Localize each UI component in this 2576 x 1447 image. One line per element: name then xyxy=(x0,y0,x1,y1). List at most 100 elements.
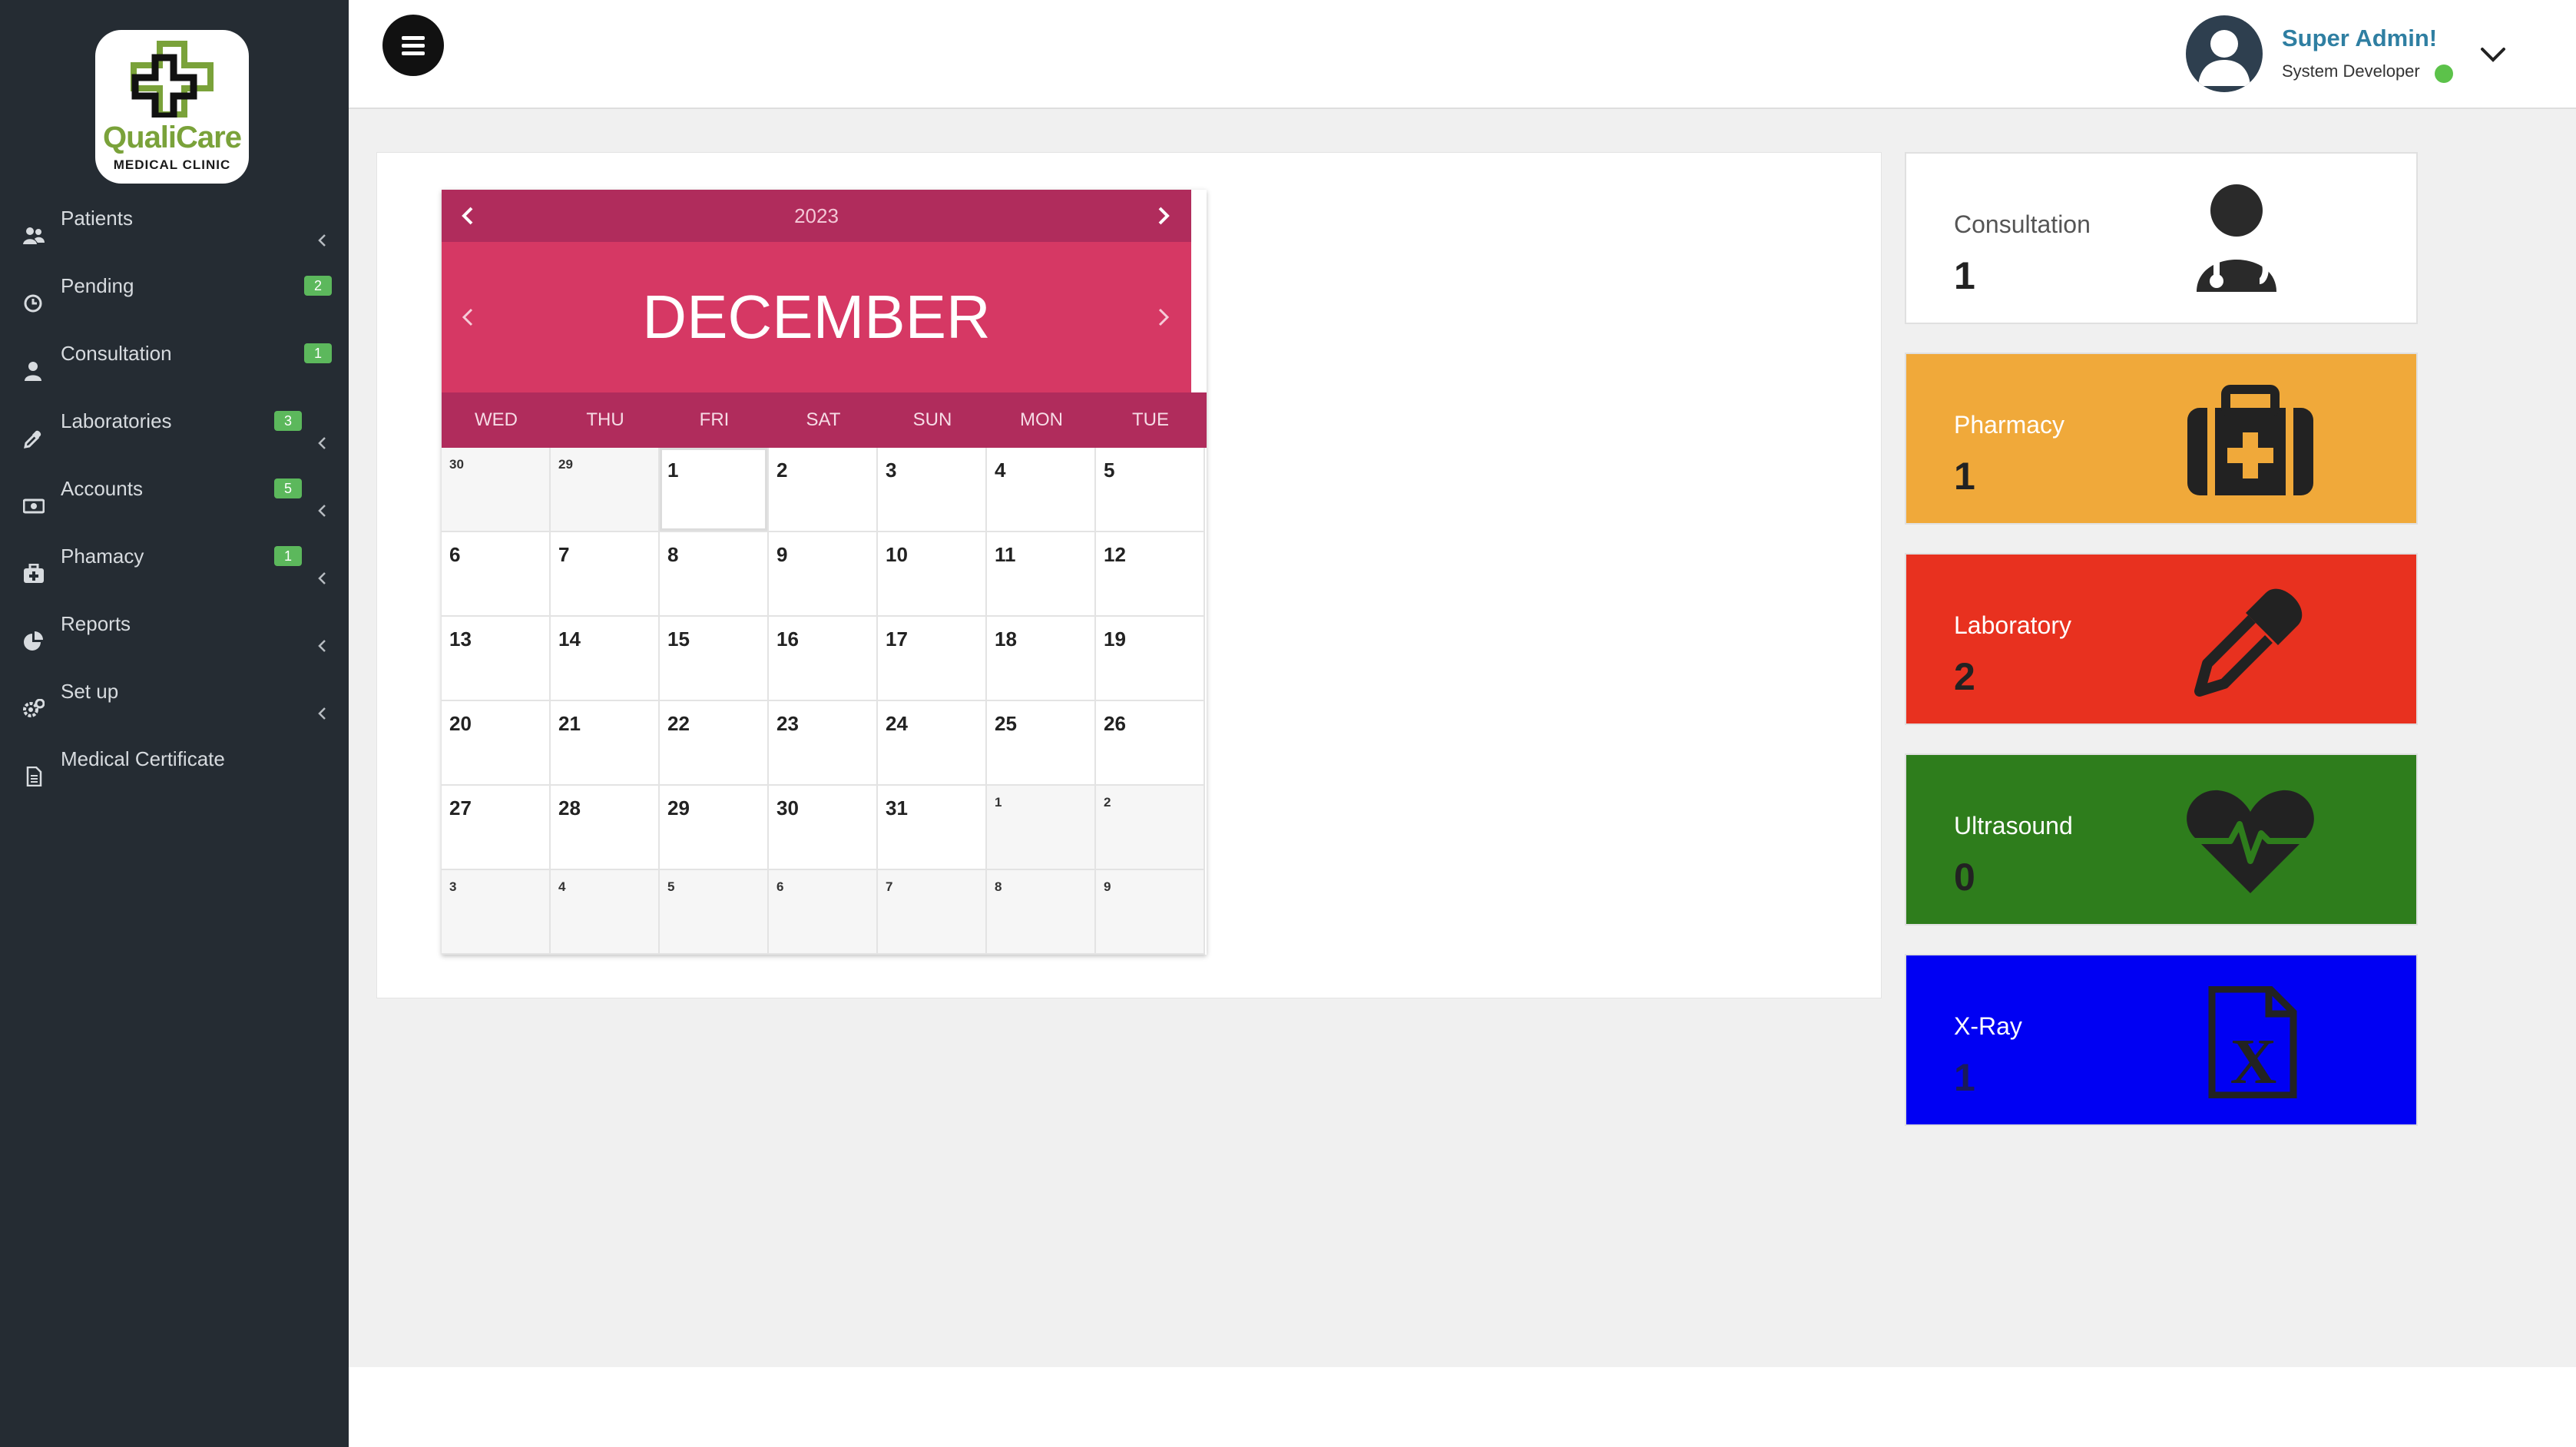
user-role: System Developer xyxy=(2282,61,2420,81)
calendar-day[interactable]: 13 xyxy=(442,617,551,701)
card-value: 1 xyxy=(1954,455,1975,498)
calendar-day[interactable]: 15 xyxy=(660,617,769,701)
calendar-day-today[interactable]: 1 xyxy=(660,448,769,532)
calendar-day[interactable]: 16 xyxy=(769,617,878,701)
day-number: 30 xyxy=(776,796,799,820)
calendar-day[interactable]: 3 xyxy=(878,448,987,532)
money-bill-icon xyxy=(22,478,45,514)
eyedropper-icon xyxy=(2186,585,2315,697)
day-number: 24 xyxy=(886,712,908,735)
day-number: 28 xyxy=(558,796,581,820)
day-number: 29 xyxy=(667,796,690,820)
calendar-day[interactable]: 18 xyxy=(987,617,1096,701)
chevron-left-icon xyxy=(316,616,327,652)
calendar-day[interactable]: 7 xyxy=(878,870,987,955)
calendar-day[interactable]: 3 xyxy=(442,870,551,955)
calendar-day[interactable]: 7 xyxy=(551,532,660,617)
sidebar-item-phamacy[interactable]: Phamacy 1 xyxy=(0,525,349,587)
user-avatar[interactable] xyxy=(2186,15,2263,92)
day-number: 13 xyxy=(449,627,472,651)
day-number: 31 xyxy=(886,796,908,820)
chevron-left-icon xyxy=(316,548,327,584)
calendar-day[interactable]: 20 xyxy=(442,701,551,786)
user-name[interactable]: Super Admin! xyxy=(2282,25,2437,52)
calendar-day[interactable]: 28 xyxy=(551,786,660,870)
chevron-down-icon[interactable] xyxy=(2480,46,2506,63)
calendar-day[interactable]: 23 xyxy=(769,701,878,786)
calendar-day[interactable]: 6 xyxy=(769,870,878,955)
users-icon xyxy=(23,208,45,244)
stat-card-pharmacy[interactable]: Pharmacy 1 xyxy=(1905,353,2418,525)
calendar-day[interactable]: 2 xyxy=(1096,786,1205,870)
weekday-label: FRI xyxy=(699,409,730,430)
sidebar-item-medical-certificate[interactable]: Medical Certificate xyxy=(0,728,349,790)
sidebar-item-set-up[interactable]: Set up xyxy=(0,661,349,722)
day-number: 5 xyxy=(667,879,675,894)
calendar-day[interactable]: 17 xyxy=(878,617,987,701)
calendar-day[interactable]: 22 xyxy=(660,701,769,786)
user-doctor-icon xyxy=(23,343,45,381)
sidebar-item-consultation[interactable]: Consultation 1 xyxy=(0,323,349,384)
prev-month-arrow-icon[interactable] xyxy=(460,306,475,328)
day-number: 9 xyxy=(1104,879,1111,894)
calendar-day[interactable]: 21 xyxy=(551,701,660,786)
day-number: 15 xyxy=(667,627,690,651)
stat-card-consultation[interactable]: Consultation 1 xyxy=(1905,152,2418,324)
sidebar-item-label: Phamacy xyxy=(61,545,144,568)
calendar-day[interactable]: 2 xyxy=(769,448,878,532)
calendar-day[interactable]: 9 xyxy=(769,532,878,617)
calendar-day[interactable]: 12 xyxy=(1096,532,1205,617)
calendar-day[interactable]: 25 xyxy=(987,701,1096,786)
stat-card-x-ray[interactable]: X-Ray 1 X xyxy=(1905,954,2418,1126)
calendar-day[interactable]: 30 xyxy=(769,786,878,870)
sidebar-item-label: Patients xyxy=(61,207,133,230)
calendar-day[interactable]: 9 xyxy=(1096,870,1205,955)
day-number: 10 xyxy=(886,543,908,566)
calendar-day[interactable]: 26 xyxy=(1096,701,1205,786)
calendar-day[interactable]: 10 xyxy=(878,532,987,617)
calendar-day[interactable]: 30 xyxy=(442,448,551,532)
count-badge: 3 xyxy=(274,411,302,431)
calendar-year: 2023 xyxy=(794,204,839,227)
stat-card-ultrasound[interactable]: Ultrasound 0 xyxy=(1905,753,2418,925)
calendar-widget: 2023 DECEMBER WED THU FRI SAT SUN MON TUE 30 29… xyxy=(442,190,1207,955)
sidebar-item-laboratories[interactable]: Laboratories 3 xyxy=(0,390,349,452)
stat-card-laboratory[interactable]: Laboratory 2 xyxy=(1905,553,2418,725)
calendar-day[interactable]: 29 xyxy=(551,448,660,532)
gears-icon xyxy=(23,681,45,717)
calendar-day[interactable]: 19 xyxy=(1096,617,1205,701)
sidebar-item-patients[interactable]: Patients xyxy=(0,187,349,249)
calendar-day[interactable]: 8 xyxy=(660,532,769,617)
weekday-label: MON xyxy=(1020,409,1063,430)
calendar-day[interactable]: 5 xyxy=(660,870,769,955)
clinic-logo[interactable]: QualiCare MEDICAL CLINIC xyxy=(95,30,249,184)
calendar-day[interactable]: 6 xyxy=(442,532,551,617)
calendar-day[interactable]: 4 xyxy=(987,448,1096,532)
calendar-day[interactable]: 1 xyxy=(987,786,1096,870)
day-number: 8 xyxy=(667,543,679,566)
calendar-day[interactable]: 24 xyxy=(878,701,987,786)
card-value: 2 xyxy=(1954,655,1975,698)
calendar-day[interactable]: 8 xyxy=(987,870,1096,955)
calendar-day[interactable]: 27 xyxy=(442,786,551,870)
calendar-day[interactable]: 4 xyxy=(551,870,660,955)
calendar-day[interactable]: 14 xyxy=(551,617,660,701)
calendar-day[interactable]: 5 xyxy=(1096,448,1205,532)
weekday-label: THU xyxy=(586,409,624,430)
day-number: 21 xyxy=(558,712,581,735)
sidebar-item-label: Set up xyxy=(61,680,119,703)
calendar-day[interactable]: 11 xyxy=(987,532,1096,617)
sidebar-item-pending[interactable]: Pending 2 xyxy=(0,255,349,316)
day-number: 23 xyxy=(776,712,799,735)
next-month-arrow-icon[interactable] xyxy=(1156,306,1171,328)
hamburger-menu-button[interactable] xyxy=(382,15,444,76)
calendar-day[interactable]: 29 xyxy=(660,786,769,870)
prev-year-arrow-icon[interactable] xyxy=(460,205,475,227)
day-number: 4 xyxy=(995,459,1006,482)
sidebar-item-accounts[interactable]: Accounts 5 xyxy=(0,458,349,519)
calendar-day[interactable]: 31 xyxy=(878,786,987,870)
next-year-arrow-icon[interactable] xyxy=(1156,205,1171,227)
day-number: 18 xyxy=(995,627,1017,651)
day-number: 6 xyxy=(776,879,784,894)
sidebar-item-reports[interactable]: Reports xyxy=(0,593,349,654)
